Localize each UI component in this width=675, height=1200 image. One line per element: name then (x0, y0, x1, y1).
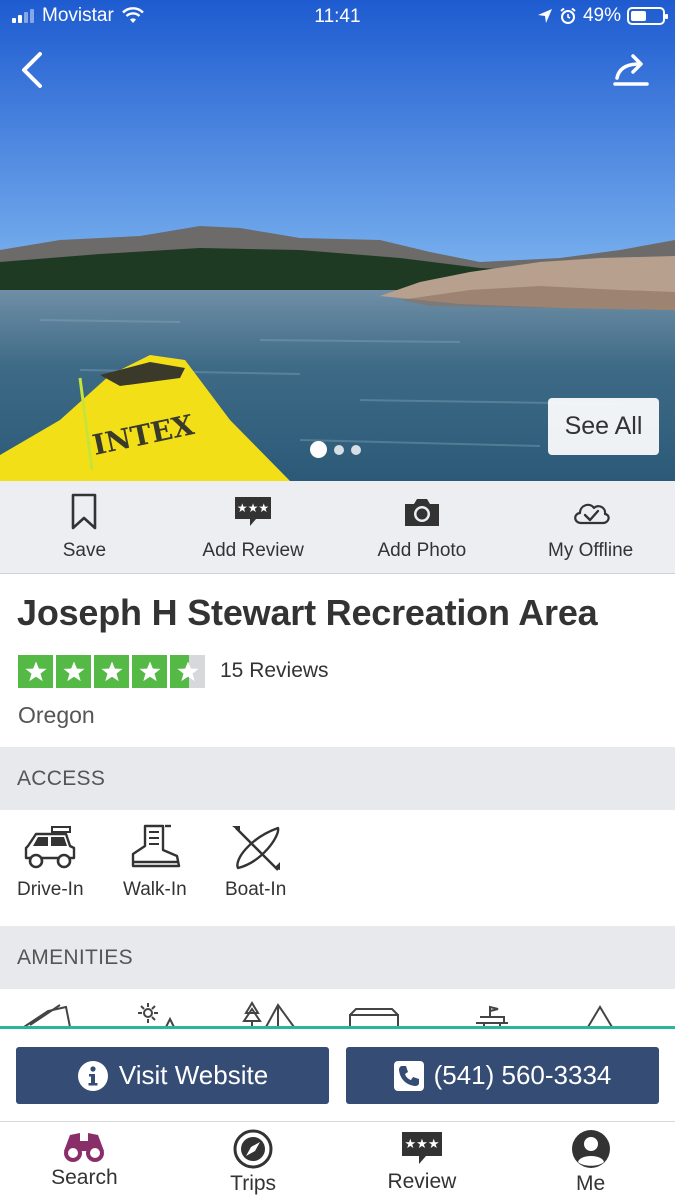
tab-trips[interactable]: Trips (169, 1122, 338, 1200)
carousel-dot[interactable] (351, 444, 361, 455)
amenity-icon-3 (242, 1001, 296, 1028)
drive-in-label: Drive-In (17, 879, 84, 900)
carousel-dots[interactable] (310, 441, 361, 458)
compass-icon (233, 1129, 273, 1169)
half-star-icon (170, 655, 205, 688)
star-icon (56, 655, 91, 688)
access-section-header: ACCESS (0, 747, 675, 810)
tab-search[interactable]: Search (0, 1122, 169, 1200)
share-button[interactable] (611, 50, 651, 90)
alarm-icon (560, 7, 576, 24)
add-photo-button[interactable]: Add Photo (338, 481, 507, 573)
location-arrow-icon (537, 9, 552, 23)
info-icon (77, 1060, 108, 1091)
tab-search-label: Search (51, 1166, 118, 1189)
save-button[interactable]: Save (0, 481, 169, 573)
add-photo-label: Add Photo (377, 540, 467, 561)
review-bubble-icon: ★★★ (235, 497, 272, 526)
star-icon (94, 655, 129, 688)
status-bar: Movistar 11:41 49% (0, 0, 675, 36)
amenity-icon-6 (587, 1005, 613, 1028)
cta-bar: Visit Website (541) 560-3334 (0, 1029, 675, 1121)
user-avatar-icon (571, 1130, 610, 1168)
boat-in-label: Boat-In (225, 879, 287, 900)
action-bar: Save ★★★ Add Review Add Photo My Offline (0, 481, 675, 574)
binoculars-icon (64, 1133, 105, 1162)
access-item-drive-in: Drive-In (17, 824, 84, 901)
tab-me[interactable]: Me (506, 1122, 675, 1200)
tab-review-label: Review (387, 1170, 457, 1193)
bookmark-icon (72, 493, 97, 530)
jeep-icon (25, 826, 76, 869)
page-title: Joseph H Stewart Recreation Area (17, 592, 598, 633)
camera-icon (404, 499, 439, 526)
star-icon (132, 655, 167, 688)
carousel-dot[interactable] (310, 441, 327, 458)
chevron-left-icon (22, 52, 42, 88)
add-review-label: Add Review (202, 540, 304, 561)
phone-icon (393, 1060, 424, 1091)
cloud-check-icon (573, 503, 610, 525)
access-item-walk-in: Walk-In (123, 824, 187, 901)
tab-me-label: Me (576, 1172, 606, 1195)
call-phone-button[interactable]: (541) 560-3334 (346, 1047, 659, 1104)
photo-carousel[interactable]: INTEX Movistar 11:41 49% See All (0, 0, 675, 481)
amenities-list[interactable] (0, 989, 675, 1029)
location-text: Oregon (18, 702, 95, 728)
save-label: Save (62, 540, 107, 561)
tab-review[interactable]: ★★★ Review (338, 1122, 507, 1200)
see-all-photos-button[interactable]: See All (548, 398, 659, 455)
star-rating[interactable] (18, 655, 205, 688)
access-list: Drive-In Walk-In Boat-In (0, 810, 675, 926)
carousel-dot[interactable] (334, 444, 344, 455)
amenity-icon-2 (138, 1003, 176, 1028)
amenities-icons-row (23, 1001, 613, 1029)
visit-website-label: Visit Website (118, 1060, 269, 1090)
battery-percent: 49% (582, 5, 621, 26)
walk-in-label: Walk-In (123, 879, 187, 900)
amenities-section-header: AMENITIES (0, 926, 675, 989)
bottom-tab-bar: Search Trips ★★★ Review Me (0, 1121, 675, 1200)
reviews-count-link[interactable]: 15 Reviews (220, 659, 329, 683)
access-item-boat-in: Boat-In (225, 824, 286, 901)
add-review-button[interactable]: ★★★ Add Review (169, 481, 338, 573)
my-offline-button[interactable]: My Offline (506, 481, 675, 573)
visit-website-button[interactable]: Visit Website (16, 1047, 329, 1104)
svg-text:★★★: ★★★ (237, 501, 269, 515)
review-bubble-icon: ★★★ (401, 1132, 442, 1164)
hiking-boot-icon (131, 824, 181, 868)
phone-number-label: (541) 560-3334 (433, 1060, 612, 1090)
back-button[interactable] (14, 48, 54, 92)
svg-text:★★★: ★★★ (404, 1137, 439, 1152)
amenity-icon-1b (29, 1004, 61, 1026)
my-offline-label: My Offline (548, 540, 634, 561)
battery-icon (627, 7, 668, 25)
tab-trips-label: Trips (230, 1172, 277, 1195)
kayak-icon (231, 826, 280, 871)
star-icon (18, 655, 53, 688)
share-icon (613, 54, 649, 86)
